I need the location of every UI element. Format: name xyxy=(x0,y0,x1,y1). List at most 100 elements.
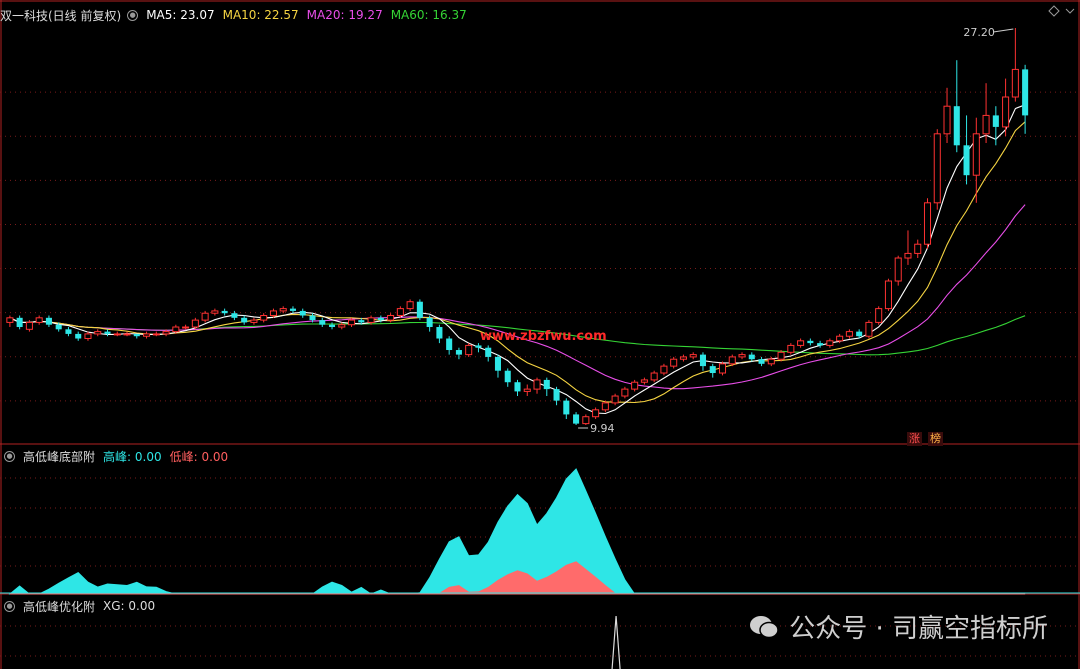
candle-body xyxy=(133,333,140,337)
candle-body xyxy=(172,326,180,333)
candle-body xyxy=(426,317,433,328)
rank-badge: 榜 xyxy=(928,432,943,446)
candle-body xyxy=(660,365,668,374)
watermark-text: 公众号 · 司赢空指标所 xyxy=(789,614,1048,644)
candle-body xyxy=(650,372,658,381)
candle-body xyxy=(875,308,883,323)
candle-body xyxy=(269,310,277,317)
ma5-label: MA5: 23.07 xyxy=(146,8,215,22)
sub1-title: 高低峰底部附 xyxy=(23,449,96,464)
collapse-icon[interactable]: ● xyxy=(4,600,15,612)
candle-body xyxy=(943,105,951,135)
candle-body xyxy=(865,321,873,337)
candle-body xyxy=(123,333,131,336)
candle-body xyxy=(152,333,160,336)
xg-label: XG: 0.00 xyxy=(103,599,156,613)
candle-body xyxy=(75,333,82,339)
candle-body xyxy=(94,331,102,335)
candle-body xyxy=(523,388,531,392)
candle-body xyxy=(836,335,844,342)
candle-body xyxy=(611,395,619,404)
candle-body xyxy=(328,324,336,328)
candle-body xyxy=(455,350,462,355)
main-header: 双一科技(日线 前复权) ● MA5: 23.07 MA10: 22.57 MA… xyxy=(0,6,475,24)
candle-body xyxy=(856,331,863,337)
low-price-label: 9.94 xyxy=(590,422,615,435)
candle-body xyxy=(797,340,805,346)
candle-body xyxy=(573,414,580,424)
candle-body xyxy=(231,313,238,318)
high-peak-label: 高峰: 0.00 xyxy=(103,449,162,464)
high-marker-line xyxy=(993,28,1014,33)
candle-body xyxy=(260,315,268,321)
candle-body xyxy=(289,308,297,311)
candle-body xyxy=(894,257,902,282)
candle-body xyxy=(504,370,511,383)
candle-body xyxy=(211,310,219,314)
candle-body xyxy=(826,340,834,346)
candle-body xyxy=(406,301,414,310)
collapse-icon[interactable]: ● xyxy=(4,450,15,462)
candle-body xyxy=(601,402,609,411)
candle-body xyxy=(621,388,629,397)
candle-body xyxy=(309,315,316,321)
candle-body xyxy=(377,317,384,321)
collapse-icon[interactable]: ● xyxy=(127,9,139,21)
candle-body xyxy=(1022,69,1029,116)
candle-body xyxy=(201,312,209,321)
candle-body xyxy=(884,280,892,310)
candle-body xyxy=(338,324,346,328)
high-price-label: 27.20 xyxy=(963,26,995,39)
candle-body xyxy=(923,202,932,245)
candle-body xyxy=(494,356,502,371)
candle-body xyxy=(279,308,287,312)
candle-body xyxy=(748,354,755,360)
candle-body xyxy=(582,416,590,425)
candle-body xyxy=(65,329,72,334)
candle-body xyxy=(933,133,941,204)
candle-body xyxy=(358,320,365,323)
candle-body xyxy=(396,308,404,317)
candle-body xyxy=(514,382,521,392)
candle-body xyxy=(465,344,473,356)
candle-body xyxy=(367,317,375,323)
candle-body xyxy=(25,321,33,330)
candle-body xyxy=(143,333,151,337)
candle-body xyxy=(299,310,306,316)
candle-body xyxy=(982,114,990,135)
stock-title: 双一科技(日线 前复权) xyxy=(0,8,122,23)
candle-body xyxy=(992,115,999,127)
limit-up-badge: 涨 xyxy=(907,432,922,446)
candle-body xyxy=(446,338,453,351)
candle-body xyxy=(553,389,560,401)
watermark: 公众号 · 司赢空指标所 xyxy=(749,608,1048,645)
candle-body xyxy=(640,379,648,383)
candle-body xyxy=(728,356,736,365)
candle-body xyxy=(348,319,356,326)
candle-body xyxy=(113,333,121,336)
candle-body xyxy=(592,409,600,418)
stock-chart[interactable]: 27.20 9.94 www.zbzfwu.com xyxy=(0,0,1080,669)
candle-body xyxy=(689,354,697,358)
sub2-title: 高低峰优化附 xyxy=(23,599,96,614)
candle-body xyxy=(241,317,248,323)
candle-body xyxy=(758,359,765,364)
candle-body xyxy=(6,317,14,323)
candle-body xyxy=(817,343,824,346)
chevron-down-icon xyxy=(1065,8,1075,14)
low-peak-label: 低峰: 0.00 xyxy=(169,449,229,464)
candle-body xyxy=(631,381,639,390)
candle-body xyxy=(845,331,853,337)
ma60-label: MA60: 16.37 xyxy=(390,8,467,22)
candle-body xyxy=(221,310,228,314)
site-watermark: www.zbzfwu.com xyxy=(480,329,607,344)
candle-body xyxy=(807,340,814,344)
candle-body xyxy=(1011,68,1019,98)
candle-body xyxy=(718,363,727,374)
candle-body xyxy=(670,358,678,367)
candle-body xyxy=(914,243,922,254)
candle-body xyxy=(777,351,785,360)
candle-body xyxy=(679,356,687,360)
candle-body xyxy=(16,317,23,328)
candle-body xyxy=(738,354,746,358)
